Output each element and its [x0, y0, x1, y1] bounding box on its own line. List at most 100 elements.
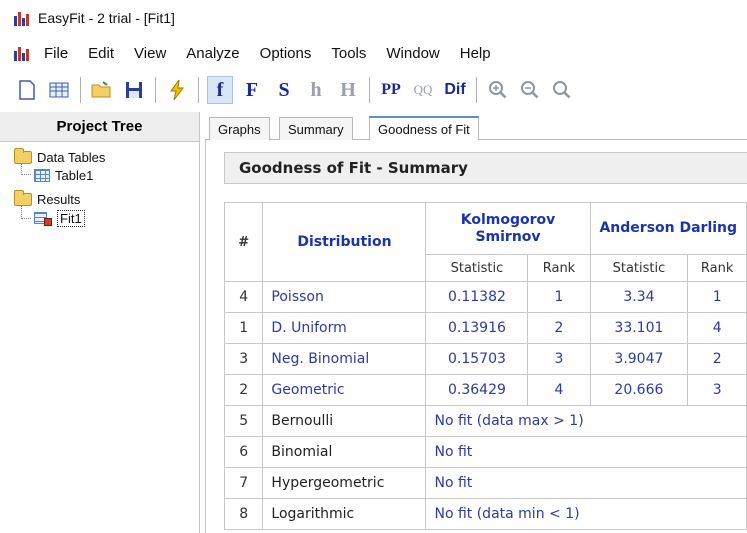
distribution-link[interactable]: Poisson: [262, 281, 427, 313]
panel-title: Goodness of Fit - Summary: [224, 152, 747, 184]
tab-goodness-of-fit[interactable]: Goodness of Fit: [369, 116, 479, 140]
open-folder-icon[interactable]: [89, 76, 115, 104]
table-row[interactable]: 4 Poisson 0.11382 1 3.34 1: [223, 281, 747, 313]
zoom-reset-icon[interactable]: [549, 76, 575, 104]
column-header-ad-statistic[interactable]: Statistic: [589, 254, 689, 282]
new-document-icon[interactable]: [14, 76, 40, 104]
pp-plot-button[interactable]: PP: [378, 76, 404, 104]
cumulative-hazard-view-button[interactable]: H: [335, 76, 361, 104]
tree-node-table1[interactable]: Table1: [34, 168, 93, 183]
title-bar: EasyFit - 2 trial - [Fit1]: [0, 0, 747, 36]
project-tree-panel: Project Tree Data Tables Table1 Results …: [0, 112, 200, 533]
hazard-view-button[interactable]: h: [303, 76, 329, 104]
menu-view[interactable]: View: [134, 45, 166, 62]
menu-options[interactable]: Options: [260, 45, 312, 62]
table-row[interactable]: 3 Neg. Binomial 0.15703 3 3.9047 2: [223, 343, 747, 375]
menu-help[interactable]: Help: [460, 45, 491, 62]
ks-rank-value: 3: [527, 343, 591, 375]
ad-rank-value: 4: [687, 312, 747, 344]
menu-file[interactable]: File: [44, 45, 68, 62]
toolbar: f F S h H PP QQ Dif: [0, 70, 747, 110]
ad-statistic-value: 33.101: [589, 312, 689, 344]
ad-statistic-value: 3.9047: [589, 343, 689, 375]
menu-bar: File Edit View Analyze Options Tools Win…: [0, 36, 747, 70]
cdf-view-button[interactable]: F: [239, 76, 265, 104]
table-icon[interactable]: [46, 76, 72, 104]
row-number: 7: [223, 467, 264, 499]
ks-rank-value: 4: [527, 374, 591, 406]
distribution-label: Bernoulli: [262, 405, 427, 437]
difference-plot-button[interactable]: Dif: [442, 76, 468, 104]
ks-rank-value: 2: [527, 312, 591, 344]
pdf-view-button[interactable]: f: [207, 76, 233, 104]
tree-node-label: Data Tables: [37, 150, 106, 165]
qq-plot-button[interactable]: QQ: [410, 76, 436, 104]
column-header-kolmogorov-smirnov: Kolmogorov Smirnov: [425, 202, 591, 255]
menu-analyze[interactable]: Analyze: [186, 45, 239, 62]
row-number: 6: [223, 436, 264, 468]
column-header-distribution[interactable]: Distribution: [262, 202, 427, 282]
distribution-label: Binomial: [262, 436, 427, 468]
project-tree-title: Project Tree: [0, 112, 199, 142]
ks-statistic-value: 0.11382: [425, 281, 529, 313]
ad-statistic-value: 3.34: [589, 281, 689, 313]
zoom-out-icon[interactable]: [517, 76, 543, 104]
ad-rank-value: 3: [687, 374, 747, 406]
ks-statistic-value: 0.15703: [425, 343, 529, 375]
row-number: 3: [223, 343, 264, 375]
distribution-link[interactable]: Neg. Binomial: [262, 343, 427, 375]
toolbar-separator: [155, 77, 156, 103]
tree-node-results[interactable]: Results: [14, 190, 81, 207]
toolbar-separator: [476, 77, 477, 103]
table-row[interactable]: 7 Hypergeometric No fit: [223, 467, 747, 499]
column-header-number: #: [223, 202, 264, 282]
tree-node-label: Table1: [55, 168, 94, 183]
results-table: # Distribution Kolmogorov Smirnov Anders…: [223, 202, 747, 530]
ad-statistic-value: 20.666: [589, 374, 689, 406]
distribution-link[interactable]: D. Uniform: [262, 312, 427, 344]
tree-node-label: Results: [37, 192, 81, 207]
row-number: 5: [223, 405, 264, 437]
menu-tools[interactable]: Tools: [331, 45, 366, 62]
survival-view-button[interactable]: S: [271, 76, 297, 104]
distribution-label: Logarithmic: [262, 498, 427, 530]
no-fit-message: No fit: [425, 467, 747, 499]
tab-strip: Graphs Summary Goodness of Fit: [205, 112, 747, 140]
tab-graphs[interactable]: Graphs: [209, 117, 270, 140]
menu-window[interactable]: Window: [386, 45, 439, 62]
window-title: EasyFit - 2 trial - [Fit1]: [38, 10, 175, 26]
tree-node-label: Fit1: [57, 210, 85, 227]
table-row[interactable]: 1 D. Uniform 0.13916 2 33.101 4: [223, 312, 747, 344]
no-fit-message: No fit: [425, 436, 747, 468]
distribution-label: Hypergeometric: [262, 467, 427, 499]
table-row[interactable]: 5 Bernoulli No fit (data max > 1): [223, 405, 747, 437]
column-header-anderson-darling: Anderson Darling: [589, 202, 747, 255]
toolbar-separator: [80, 77, 81, 103]
folder-icon: [14, 148, 32, 164]
column-header-ks-rank[interactable]: Rank: [527, 254, 591, 282]
lightning-icon[interactable]: [164, 76, 190, 104]
table-row[interactable]: 8 Logarithmic No fit (data min < 1): [223, 498, 747, 530]
no-fit-message: No fit (data min < 1): [425, 498, 747, 530]
toolbar-separator: [198, 77, 199, 103]
ad-rank-value: 1: [687, 281, 747, 313]
distribution-link[interactable]: Geometric: [262, 374, 427, 406]
row-number: 8: [223, 498, 264, 530]
column-header-ad-rank[interactable]: Rank: [687, 254, 747, 282]
tree-node-data-tables[interactable]: Data Tables: [14, 148, 106, 165]
table-row[interactable]: 6 Binomial No fit: [223, 436, 747, 468]
tree-node-fit1[interactable]: Fit1: [34, 210, 85, 227]
save-icon[interactable]: [121, 76, 147, 104]
tab-summary[interactable]: Summary: [279, 117, 353, 140]
folder-icon: [14, 190, 32, 206]
ad-rank-value: 2: [687, 343, 747, 375]
menu-edit[interactable]: Edit: [88, 45, 114, 62]
app-menu-icon[interactable]: [14, 45, 30, 61]
ks-rank-value: 1: [527, 281, 591, 313]
table-icon: [34, 169, 50, 182]
toolbar-separator: [369, 77, 370, 103]
table-row[interactable]: 2 Geometric 0.36429 4 20.666 3: [223, 374, 747, 406]
zoom-in-icon[interactable]: [485, 76, 511, 104]
column-header-ks-statistic[interactable]: Statistic: [425, 254, 529, 282]
no-fit-message: No fit (data max > 1): [425, 405, 747, 437]
